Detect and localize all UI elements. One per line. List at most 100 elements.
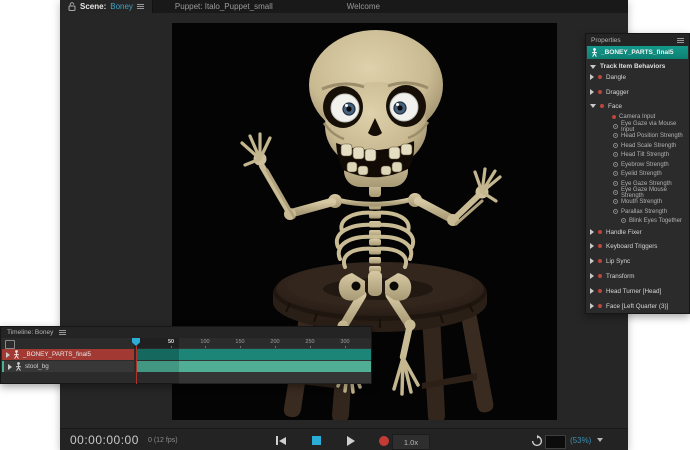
behavior-row-face-left-quarter[interactable]: Face [Left Quarter (3)] bbox=[586, 301, 689, 311]
track-bar-stool-bg[interactable] bbox=[136, 361, 371, 372]
param-label: Head Tilt Strength bbox=[621, 152, 669, 158]
behavior-row-dangle[interactable]: Dangle bbox=[586, 72, 689, 82]
scene-tab-prefix: Scene: bbox=[80, 2, 106, 11]
skip-start-icon bbox=[276, 436, 278, 445]
behavior-label: Dangle bbox=[606, 74, 626, 81]
loop-toggle-button[interactable] bbox=[531, 435, 543, 446]
face-param-mouth[interactable]: Mouth Strength bbox=[586, 197, 689, 206]
record-button[interactable] bbox=[378, 435, 390, 446]
disclosure-right-icon[interactable] bbox=[590, 74, 594, 80]
disclosure-right-icon[interactable] bbox=[590, 273, 594, 279]
behavior-dot-icon bbox=[598, 289, 602, 293]
scene-tab-menu-icon[interactable] bbox=[137, 4, 144, 9]
behavior-dot-icon bbox=[598, 244, 602, 248]
disclosure-right-icon[interactable] bbox=[590, 229, 594, 235]
behavior-label: Lip Sync bbox=[606, 258, 630, 265]
screenshot-canvas: Scene: Boney Puppet: Italo_Puppet_small … bbox=[0, 0, 690, 450]
playback-speed[interactable]: 1.0x bbox=[392, 434, 430, 450]
properties-panel: Properties _BONEY_PARTS_final5 Track Ite… bbox=[585, 33, 690, 314]
param-ring-icon bbox=[613, 181, 618, 186]
disclosure-right-icon[interactable] bbox=[590, 89, 594, 95]
param-label: Head Position Strength bbox=[621, 133, 683, 139]
face-param-head-position[interactable]: Head Position Strength bbox=[586, 131, 689, 140]
stop-button[interactable] bbox=[310, 435, 322, 446]
track-name: _BONEY_PARTS_final5 bbox=[23, 351, 91, 358]
face-param-eye-gaze-mouse[interactable]: Eye Gaze Mouse Strength bbox=[586, 188, 689, 197]
go-to-start-button[interactable] bbox=[275, 435, 287, 446]
param-label: Parallax Strength bbox=[621, 209, 667, 215]
timeline-tool-icon[interactable] bbox=[5, 340, 15, 349]
timeline-title: Timeline: Boney bbox=[7, 329, 53, 336]
behavior-label: Dragger bbox=[606, 89, 629, 96]
play-icon bbox=[347, 436, 355, 446]
skeleton-left-arm bbox=[242, 134, 332, 220]
disclosure-right-icon[interactable] bbox=[590, 258, 594, 264]
face-param-eyelid[interactable]: Eyelid Strength bbox=[586, 169, 689, 178]
face-param-head-tilt[interactable]: Head Tilt Strength bbox=[586, 150, 689, 159]
zoom-percent: (53%) bbox=[570, 436, 591, 445]
face-param-blink-eyes-together[interactable]: Blink Eyes Together bbox=[586, 216, 689, 225]
behavior-row-face[interactable]: Face bbox=[586, 101, 689, 111]
behavior-dot-icon bbox=[598, 304, 602, 308]
track-row-boney-parts[interactable]: _BONEY_PARTS_final5 bbox=[2, 349, 134, 360]
scene-tab-name[interactable]: Boney bbox=[110, 2, 133, 11]
puppet-icon bbox=[15, 362, 22, 371]
puppet-icon bbox=[591, 48, 598, 57]
skeleton-ribcage bbox=[328, 193, 422, 273]
face-param-eyebrow[interactable]: Eyebrow Strength bbox=[586, 160, 689, 169]
color-swatch[interactable] bbox=[545, 435, 566, 449]
track-item-behaviors-section[interactable]: Track Item Behaviors bbox=[586, 61, 689, 72]
disclosure-right-icon[interactable] bbox=[590, 288, 594, 294]
selected-item-label: _BONEY_PARTS_final5 bbox=[601, 49, 673, 56]
behavior-label: Head Turner [Head] bbox=[606, 288, 661, 295]
behavior-row-handle-fixer[interactable]: Handle Fixer bbox=[586, 227, 689, 237]
track-name: stool_bg bbox=[25, 363, 49, 370]
disclosure-down-icon[interactable] bbox=[590, 104, 596, 108]
disclosure-right-icon[interactable] bbox=[8, 364, 12, 370]
selected-track-item[interactable]: _BONEY_PARTS_final5 bbox=[587, 46, 688, 59]
properties-panel-menu-icon[interactable] bbox=[677, 38, 684, 43]
face-param-head-scale[interactable]: Head Scale Strength bbox=[586, 141, 689, 150]
track-row-stool-bg[interactable]: stool_bg bbox=[4, 361, 134, 372]
behavior-row-head-turner[interactable]: Head Turner [Head] bbox=[586, 286, 689, 296]
properties-header: Properties bbox=[586, 34, 689, 46]
timeline-panel-menu-icon[interactable] bbox=[59, 330, 66, 335]
transport-bar: 00:00:00:00 0 (12 fps) 1.0x bbox=[60, 428, 628, 450]
disclosure-right-icon[interactable] bbox=[590, 243, 594, 249]
param-ring-icon bbox=[613, 133, 618, 138]
behavior-dot-icon bbox=[598, 259, 602, 263]
timeline-panel: Timeline: Boney 50 100 150 200 250 300 _… bbox=[0, 326, 372, 384]
face-param-parallax[interactable]: Parallax Strength bbox=[586, 207, 689, 216]
face-param-eye-gaze-mouse-input[interactable]: Eye Gaze via Mouse Input bbox=[586, 122, 689, 131]
behavior-row-lip-sync[interactable]: Lip Sync bbox=[586, 256, 689, 266]
param-ring-icon bbox=[613, 143, 618, 148]
behavior-label: Transform bbox=[606, 273, 634, 280]
tab-puppet[interactable]: Puppet: Italo_Puppet_small bbox=[167, 0, 281, 13]
param-ring-icon bbox=[613, 190, 618, 195]
viewport-zoom-control[interactable]: (53%) bbox=[570, 429, 603, 450]
timecode: 00:00:00:00 bbox=[70, 429, 139, 450]
param-label: Blink Eyes Together bbox=[629, 218, 682, 224]
disclosure-right-icon[interactable] bbox=[6, 352, 10, 358]
stop-icon bbox=[312, 436, 321, 445]
speed-value: 1.0x bbox=[404, 438, 418, 447]
lock-icon[interactable] bbox=[68, 2, 76, 11]
tab-scene[interactable]: Scene: Boney bbox=[60, 0, 153, 13]
param-label: Camera Input bbox=[619, 114, 655, 120]
section-title: Track Item Behaviors bbox=[600, 63, 665, 70]
tab-welcome[interactable]: Welcome bbox=[339, 0, 388, 13]
param-ring-icon bbox=[613, 162, 618, 167]
disclosure-right-icon[interactable] bbox=[590, 303, 594, 309]
track-bar-boney-parts[interactable] bbox=[136, 349, 371, 360]
behavior-row-transform[interactable]: Transform bbox=[586, 271, 689, 281]
param-label: Eyelid Strength bbox=[621, 171, 662, 177]
puppet-icon bbox=[13, 350, 20, 359]
behavior-dot-icon bbox=[598, 90, 602, 94]
param-ring-icon bbox=[613, 124, 618, 129]
behavior-dot-icon bbox=[598, 75, 602, 79]
behavior-row-keyboard-triggers[interactable]: Keyboard Triggers bbox=[586, 241, 689, 251]
play-button[interactable] bbox=[345, 435, 357, 446]
behavior-row-dragger[interactable]: Dragger bbox=[586, 87, 689, 97]
skeleton-skull[interactable] bbox=[309, 30, 443, 187]
disclosure-down-icon bbox=[590, 65, 596, 69]
